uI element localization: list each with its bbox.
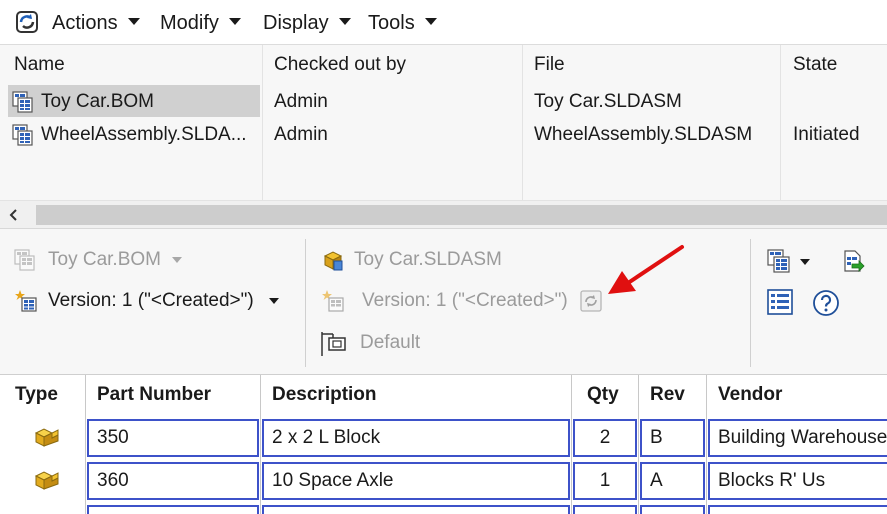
menu-bar: Actions Modify Display Tools [0, 0, 887, 44]
part-number-cell[interactable]: 350 [87, 419, 259, 457]
description-cell[interactable]: 10 Space Axle [262, 462, 570, 500]
column-divider [638, 375, 639, 514]
file-cell: Toy Car.SLDASM [534, 91, 682, 112]
chevron-down-icon [269, 297, 279, 304]
bom-header-description[interactable]: Description [272, 375, 377, 415]
vault-refresh-icon[interactable] [14, 9, 40, 35]
part-icon [34, 428, 59, 447]
export-icon[interactable] [841, 249, 865, 273]
bom-header-part-number[interactable]: Part Number [97, 375, 211, 415]
part-icon [34, 471, 59, 490]
menu-display-label: Display [263, 12, 329, 34]
pane-divider [305, 239, 306, 367]
part-icon [33, 510, 61, 514]
vendor-cell[interactable]: Blocks R' Us [708, 462, 887, 500]
qty-cell[interactable]: 1 [573, 462, 637, 500]
checked-out-by-cell: Admin [274, 91, 328, 112]
chevron-down-icon[interactable] [800, 259, 810, 265]
bom-header-type[interactable]: Type [15, 375, 58, 415]
version-icon [322, 290, 344, 312]
column-divider [260, 375, 261, 514]
menu-tools[interactable]: Tools [368, 11, 437, 35]
chevron-down-icon [172, 256, 183, 263]
bom-document-icon [14, 249, 35, 271]
vendor-cell[interactable] [708, 505, 887, 514]
pane-divider [750, 239, 751, 367]
scroll-left-icon[interactable] [6, 207, 22, 223]
version-icon [15, 290, 37, 312]
column-divider [706, 375, 707, 514]
chevron-down-icon [338, 18, 351, 26]
referenced-version-label: Version: 1 ("<Created>") [362, 290, 568, 311]
menu-actions-label: Actions [52, 12, 118, 34]
qty-cell[interactable]: 2 [573, 419, 637, 457]
annotation-arrow [608, 245, 684, 294]
description-cell[interactable] [262, 505, 570, 514]
bom-version-selector[interactable]: Version: 1 ("<Created>") [48, 288, 279, 314]
bom-document-icon [12, 124, 33, 146]
rev-cell[interactable] [640, 505, 705, 514]
state-cell: Initiated [793, 124, 860, 145]
menu-modify[interactable]: Modify [160, 11, 241, 35]
qty-cell[interactable] [573, 505, 637, 514]
part-number-cell[interactable] [87, 505, 259, 514]
rev-cell[interactable]: A [640, 462, 705, 500]
scrollbar-thumb[interactable] [36, 205, 887, 225]
vendor-cell[interactable]: Building Warehouse [708, 419, 887, 457]
column-header-state[interactable]: State [793, 54, 837, 76]
help-icon[interactable] [812, 289, 840, 317]
grid-view-icon[interactable] [767, 289, 793, 315]
menu-display[interactable]: Display [263, 11, 351, 35]
chevron-down-icon [228, 18, 241, 26]
referenced-file-label: Toy Car.SLDASM [354, 249, 502, 270]
configuration-label: Default [360, 332, 421, 353]
column-divider [780, 45, 781, 201]
column-header-name[interactable]: Name [14, 54, 65, 76]
menu-tools-label: Tools [368, 12, 415, 34]
menu-modify-label: Modify [160, 12, 219, 34]
bom-document-icon [12, 91, 33, 113]
file-name-cell[interactable]: Toy Car.BOM [41, 89, 154, 115]
description-cell[interactable]: 2 x 2 L Block [262, 419, 570, 457]
chevron-down-icon [424, 18, 437, 26]
file-list: Name Checked out by File State Toy Car.B… [0, 44, 887, 201]
bom-header-qty[interactable]: Qty [587, 375, 619, 415]
menu-actions[interactable]: Actions [52, 11, 140, 35]
bom-view-icon[interactable] [767, 249, 791, 273]
bom-selector-label: Toy Car.BOM [48, 249, 161, 270]
bom-header-rev[interactable]: Rev [650, 375, 685, 415]
bom-detail-pane: Toy Car.BOM Version: 1 ("<Created>") Toy… [0, 228, 887, 374]
bom-version-label: Version: 1 ("<Created>") [48, 290, 254, 311]
bom-table: Type Part Number Description Qty Rev Ven… [0, 374, 887, 514]
assembly-icon [323, 251, 343, 271]
file-name-cell[interactable]: WheelAssembly.SLDA... [41, 122, 247, 148]
bom-selector: Toy Car.BOM [48, 247, 183, 273]
configuration-icon [321, 332, 346, 356]
column-divider [262, 45, 263, 201]
column-header-file[interactable]: File [534, 54, 565, 76]
column-divider [522, 45, 523, 201]
part-number-cell[interactable]: 360 [87, 462, 259, 500]
bom-header-vendor[interactable]: Vendor [718, 375, 782, 415]
file-cell: WheelAssembly.SLDASM [534, 124, 753, 145]
chevron-down-icon [127, 18, 140, 26]
rev-cell[interactable]: B [640, 419, 705, 457]
checked-out-by-cell: Admin [274, 124, 328, 145]
column-divider [571, 375, 572, 514]
horizontal-scrollbar[interactable] [0, 200, 887, 228]
column-divider [85, 375, 86, 514]
column-header-checked-out-by[interactable]: Checked out by [274, 54, 406, 76]
